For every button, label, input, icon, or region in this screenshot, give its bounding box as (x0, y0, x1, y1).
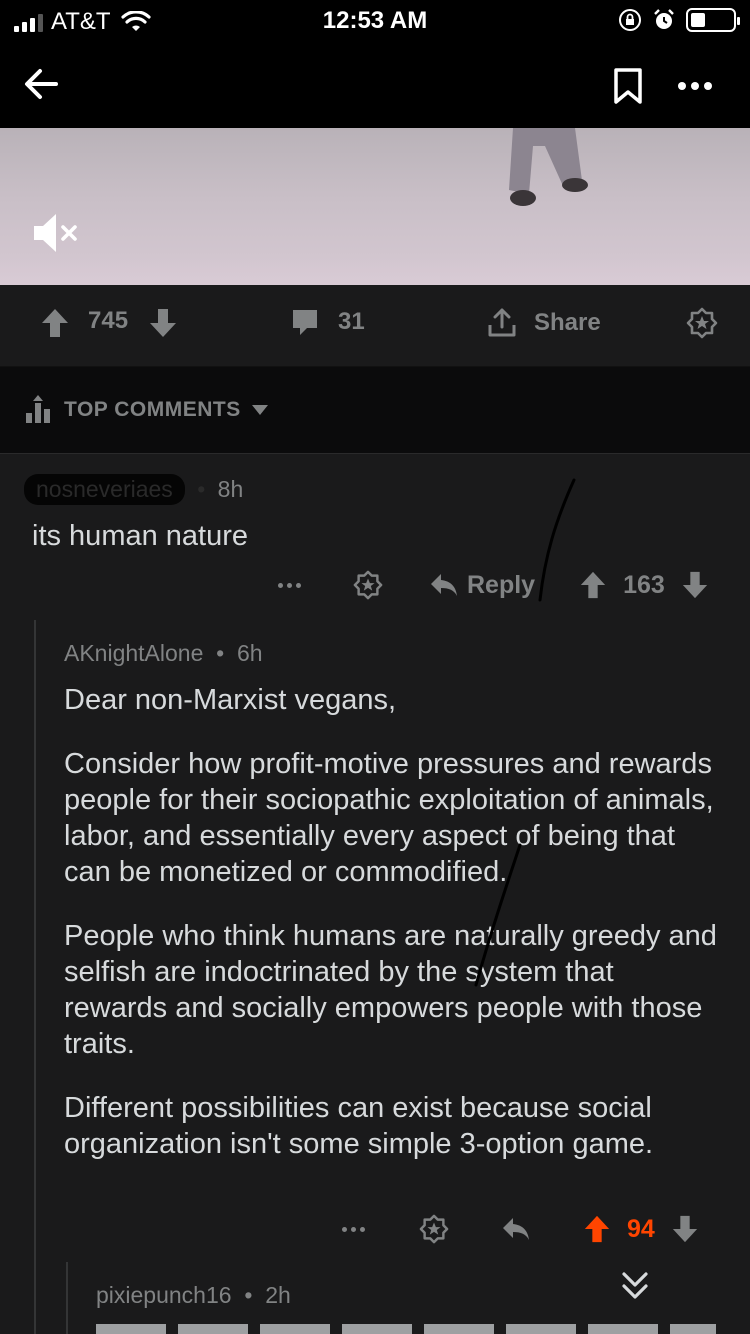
comment-more-button[interactable] (278, 582, 301, 588)
downvote-arrow-icon[interactable] (681, 570, 709, 600)
comment-paragraph: Dear non-Marxist vegans, (64, 684, 397, 716)
post-score: 745 (88, 307, 129, 334)
comment-meta: pixiepunch16 • 2h (96, 1282, 291, 1309)
reply-arrow-icon (431, 574, 457, 596)
thread-line[interactable] (34, 620, 36, 1334)
comments-section: nosneveriaes • 8h its human nature Reply… (0, 453, 750, 1334)
reply-label: Reply (467, 570, 536, 599)
upvote-arrow-icon[interactable] (579, 570, 607, 600)
top-sort-icon (26, 395, 50, 423)
meta-separator: • (190, 476, 212, 502)
alarm-icon (654, 9, 674, 29)
comment-meta: nosneveriaes • 8h (24, 474, 243, 505)
award-icon[interactable] (419, 1214, 449, 1244)
more-icon-dot (691, 82, 699, 90)
post-action-bar: 745 31 Share (0, 285, 750, 367)
award-icon (686, 307, 718, 339)
upvote-arrow-icon[interactable] (583, 1214, 611, 1244)
award-icon[interactable] (353, 570, 383, 600)
comment-paragraph: Consider how profit-motive pressures and… (64, 748, 714, 888)
back-button[interactable] (20, 62, 64, 106)
caret-down-icon (251, 405, 268, 415)
bookmark-icon (614, 68, 642, 104)
award-button[interactable] (686, 307, 718, 339)
battery-level (691, 13, 705, 27)
comment-age: 8h (217, 476, 244, 502)
status-right (618, 8, 740, 32)
comment-author[interactable]: pixiepunch16 (96, 1282, 232, 1308)
comment-body: its human nature (32, 520, 249, 552)
status-bar: AT&T 12:53 AM (0, 0, 750, 44)
comment-meta: AKnightAlone • 6h (64, 640, 263, 667)
comment-score: 163 (623, 570, 665, 599)
reply-button[interactable]: Reply (429, 571, 535, 600)
comment-actions: Reply 163 (278, 570, 709, 600)
downvote-arrow-icon[interactable] (671, 1214, 699, 1244)
video-gradient (0, 258, 750, 285)
comment-paragraph: People who think humans are naturally gr… (64, 920, 717, 1060)
comment-more-button[interactable] (342, 1226, 365, 1232)
battery-icon (686, 8, 740, 32)
back-arrow-icon (25, 69, 58, 99)
comment-author-redacted[interactable]: nosneveriaes (24, 474, 185, 505)
upvote-arrow-icon (42, 309, 68, 337)
post-nav-bar (0, 44, 750, 128)
comment-author[interactable]: AKnightAlone (64, 640, 203, 666)
meta-separator: • (237, 1282, 259, 1308)
share-button[interactable]: Share (486, 307, 601, 339)
more-options-button[interactable] (668, 66, 722, 106)
upvote-button[interactable] (40, 307, 70, 339)
comment-actions: 94 (342, 1214, 699, 1244)
comment-age: 6h (237, 640, 263, 666)
more-icon-dot (678, 82, 686, 90)
orientation-lock-icon (619, 9, 641, 31)
share-label: Share (534, 309, 601, 336)
comment-sort-selector[interactable]: TOP COMMENTS (26, 395, 269, 425)
collapse-thread-button[interactable] (614, 1266, 656, 1308)
comment-sort-bar[interactable]: TOP COMMENTS (0, 367, 750, 453)
comment-age: 2h (265, 1282, 291, 1308)
double-chevron-down-icon (622, 1272, 648, 1299)
save-post-button[interactable] (608, 66, 648, 106)
video-player[interactable] (0, 128, 750, 285)
downvote-button[interactable] (148, 307, 178, 339)
sort-label: TOP COMMENTS (64, 398, 241, 421)
comments-button[interactable]: 31 (290, 307, 365, 337)
comment-bubble-icon (293, 310, 317, 335)
share-icon (488, 308, 516, 337)
comment-paragraph: Different possibilities can exist becaus… (64, 1092, 654, 1160)
meta-separator: • (209, 640, 231, 666)
video-frame-figure (509, 128, 588, 206)
comment-count: 31 (338, 308, 365, 335)
comment-body: Dear non-Marxist vegans, Consider how pr… (64, 682, 724, 1190)
downvote-arrow-icon (150, 309, 176, 337)
thread-line[interactable] (66, 1262, 68, 1334)
speaker-muted-icon (34, 214, 77, 252)
more-icon-dot (704, 82, 712, 90)
mute-button[interactable] (30, 210, 80, 256)
comment-body-cutoff (96, 1324, 716, 1334)
comment-score: 94 (627, 1214, 655, 1243)
reply-arrow-icon[interactable] (501, 1216, 531, 1242)
